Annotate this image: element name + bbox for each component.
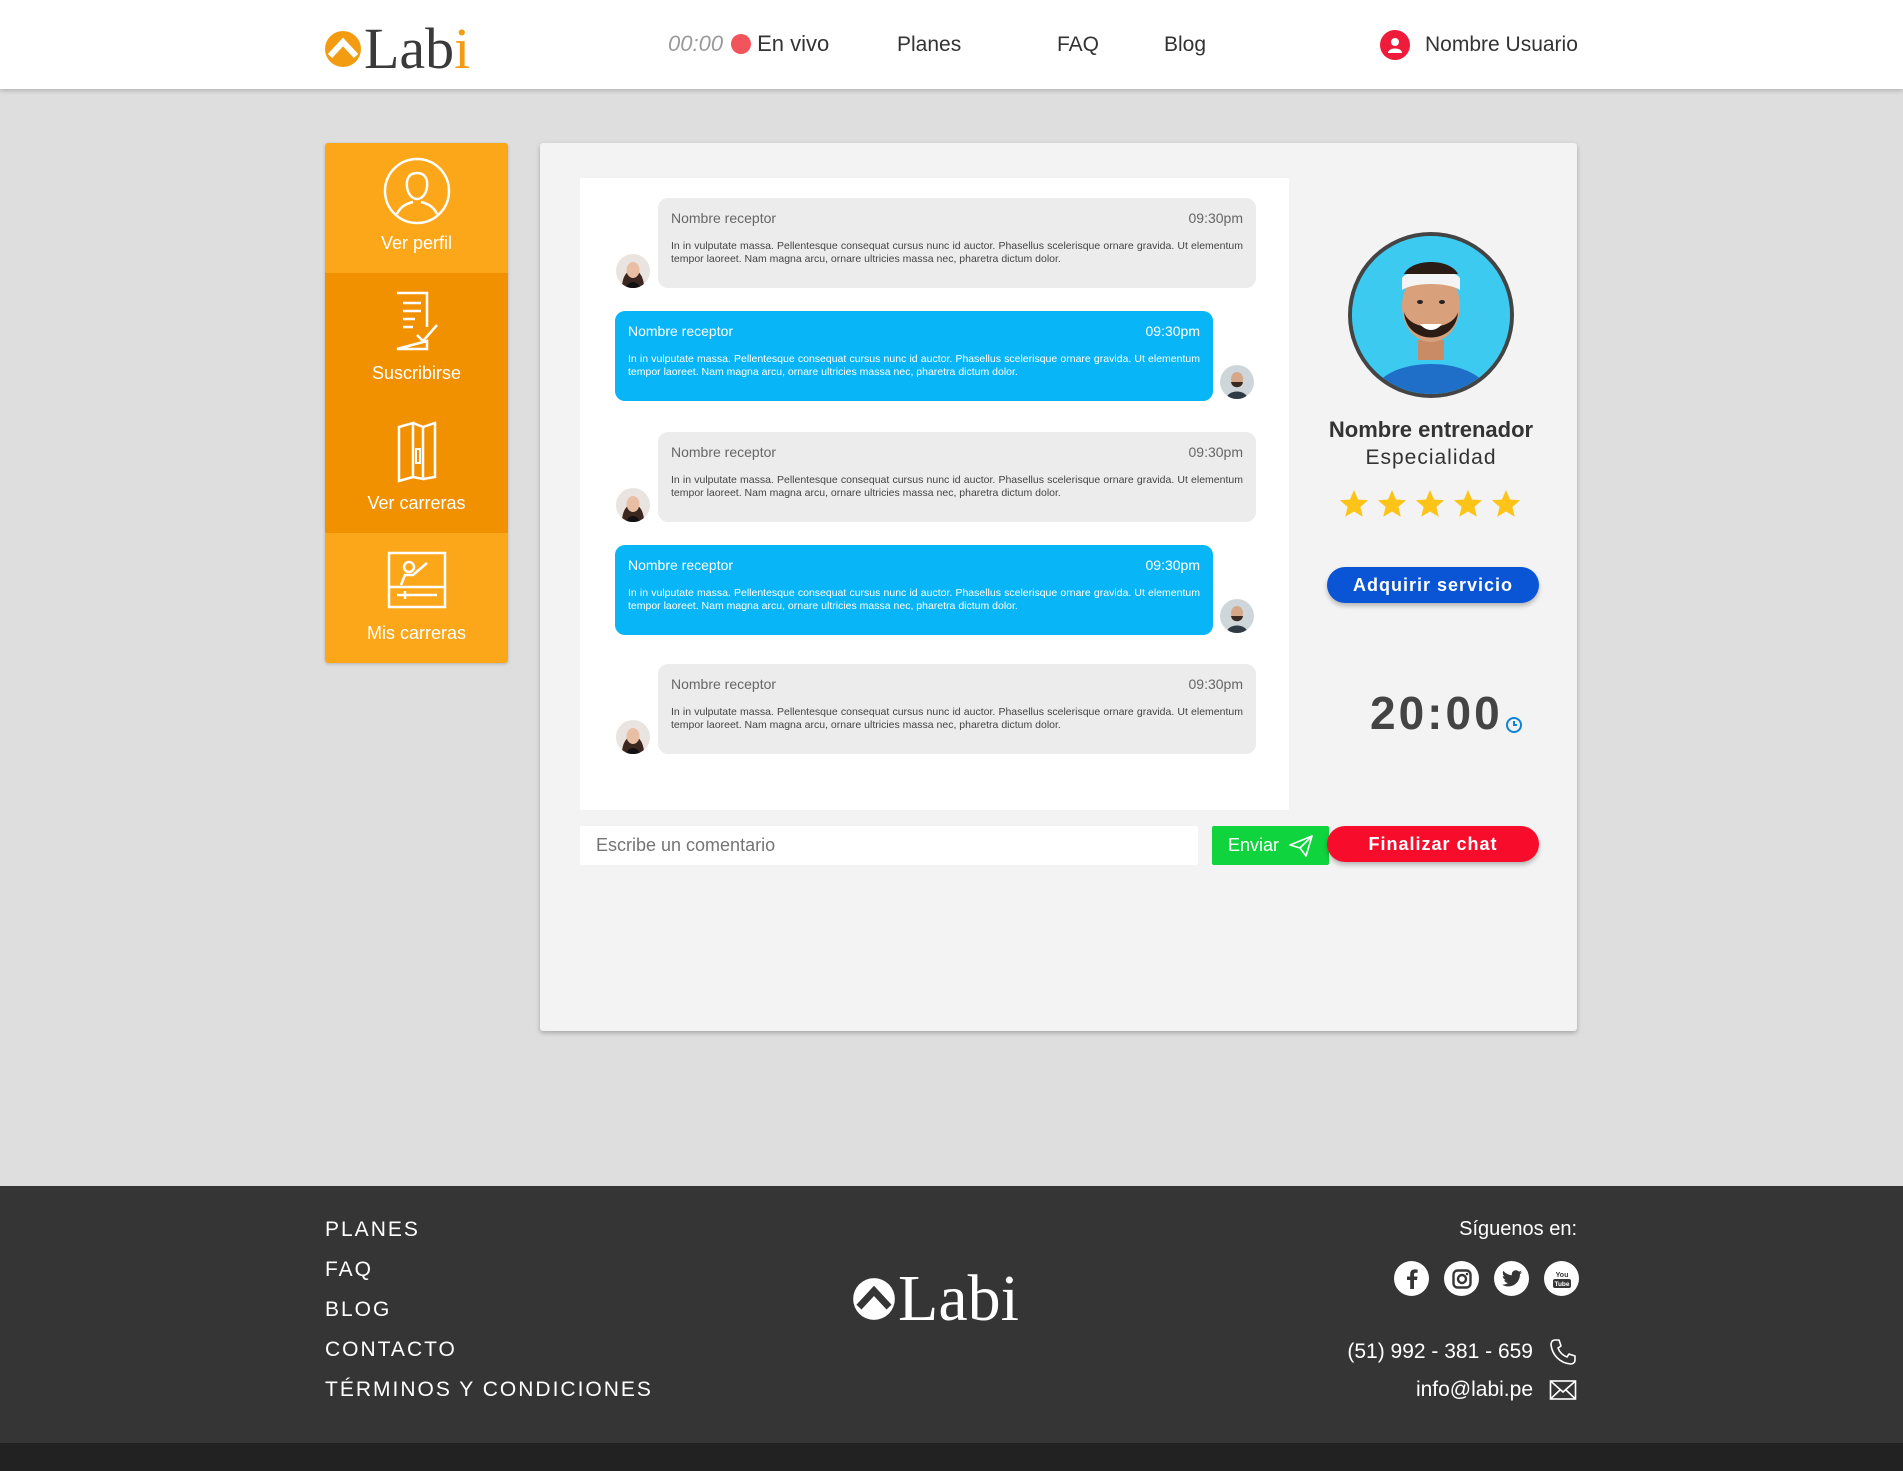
top-header: Labi 00:00 En vivo Planes FAQ Blog Nombr… <box>0 0 1903 89</box>
document-check-icon <box>396 291 438 351</box>
message-text: In in vulputate massa. Pellentesque cons… <box>671 706 1243 731</box>
chat-message-incoming: Nombre receptor 09:30pm In in vulputate … <box>658 432 1256 522</box>
message-time: 09:30pm <box>1188 210 1243 226</box>
message-text: In in vulputate massa. Pellentesque cons… <box>628 587 1200 612</box>
message-time: 09:30pm <box>1188 676 1243 692</box>
paper-plane-icon <box>1289 834 1313 857</box>
svg-text:Tube: Tube <box>1554 1281 1569 1288</box>
footer-link-terminos[interactable]: TÉRMINOS Y CONDICIONES <box>325 1378 653 1402</box>
end-chat-button[interactable]: Finalizar chat <box>1327 826 1539 862</box>
footer: PLANES FAQ BLOG CONTACTO TÉRMINOS Y COND… <box>0 1186 1903 1443</box>
sidebar: Ver perfil Suscribirse Ver carreras Mis … <box>325 143 508 663</box>
footer-logo[interactable]: Labi <box>852 1266 1019 1332</box>
email-address: info@labi.pe <box>1415 1378 1533 1401</box>
sidebar-item-ver-perfil[interactable]: Ver perfil <box>325 143 508 273</box>
chat-message-outgoing: Nombre receptor 09:30pm In in vulputate … <box>615 545 1213 635</box>
chat-timer: 20:00 <box>1370 686 1523 740</box>
phone-icon <box>1550 1339 1576 1365</box>
message-time: 09:30pm <box>1145 323 1200 339</box>
sidebar-item-label: Ver carreras <box>367 493 466 513</box>
footer-link-planes[interactable]: PLANES <box>325 1218 420 1242</box>
social-links: You Tube <box>1394 1261 1579 1296</box>
live-time: 00:00 <box>668 31 724 56</box>
send-button-label: Enviar <box>1227 835 1280 855</box>
star-icon <box>1491 490 1521 517</box>
chat-messages-area[interactable]: Nombre receptor 09:30pm In in vulputate … <box>580 178 1289 810</box>
message-text: In in vulputate massa. Pellentesque cons… <box>628 353 1200 378</box>
live-dot-icon <box>731 34 752 54</box>
user-circle-icon <box>383 157 450 225</box>
brochure-icon <box>397 421 436 483</box>
message-time: 09:30pm <box>1145 557 1200 573</box>
user-avatar-icon <box>1380 30 1410 60</box>
phone-number: (51) 992 - 381 - 659 <box>1347 1340 1533 1363</box>
message-sender: Nombre receptor <box>671 676 777 692</box>
star-icon <box>1339 490 1369 517</box>
instagram-icon[interactable] <box>1444 1261 1479 1296</box>
star-icon <box>1415 490 1445 517</box>
comment-input[interactable] <box>580 826 1198 865</box>
footer-bottom-bar <box>0 1443 1903 1471</box>
trainer-specialty: Especialidad <box>1365 446 1497 469</box>
nav-faq[interactable]: FAQ <box>1057 33 1099 57</box>
mail-icon <box>1549 1380 1577 1400</box>
nav-blog[interactable]: Blog <box>1164 33 1206 57</box>
chat-message-incoming: Nombre receptor 09:30pm In in vulputate … <box>658 198 1256 288</box>
acquire-service-button[interactable]: Adquirir servicio <box>1327 567 1539 603</box>
twitter-icon[interactable] <box>1494 1261 1529 1296</box>
nav-planes[interactable]: Planes <box>897 33 961 57</box>
user-name: Nombre Usuario <box>1425 33 1578 56</box>
chat-card: Nombre receptor 09:30pm In in vulputate … <box>540 143 1577 1031</box>
svg-text:You: You <box>1555 1272 1568 1279</box>
sidebar-item-label: Mis carreras <box>366 623 466 643</box>
chat-message-outgoing: Nombre receptor 09:30pm In in vulputate … <box>615 311 1213 401</box>
sidebar-item-suscribirse[interactable]: Suscribirse <box>325 273 508 403</box>
chat-message-incoming: Nombre receptor 09:30pm In in vulputate … <box>658 664 1256 754</box>
message-sender: Nombre receptor <box>671 210 777 226</box>
footer-email[interactable]: info@labi.pe <box>1416 1378 1577 1402</box>
sidebar-item-label: Ver perfil <box>380 233 453 253</box>
sender-avatar <box>1220 365 1254 399</box>
sidebar-item-mis-carreras[interactable]: Mis carreras <box>325 533 508 663</box>
message-sender: Nombre receptor <box>628 323 734 339</box>
follow-label: Síguenos en: <box>1459 1218 1577 1240</box>
live-indicator[interactable]: 00:00 En vivo <box>668 31 829 57</box>
labi-logo-icon <box>325 31 361 67</box>
star-icon <box>1377 490 1407 517</box>
footer-phone[interactable]: (51) 992 - 381 - 659 <box>1347 1338 1577 1366</box>
message-time: 09:30pm <box>1188 444 1243 460</box>
sidebar-item-label: Suscribirse <box>371 363 462 383</box>
user-menu[interactable]: Nombre Usuario <box>1380 30 1578 60</box>
footer-link-blog[interactable]: BLOG <box>325 1298 391 1322</box>
receiver-avatar <box>616 720 650 754</box>
trainer-photo <box>1348 232 1514 398</box>
clock-icon <box>1505 717 1522 733</box>
message-text: In in vulputate massa. Pellentesque cons… <box>671 474 1243 499</box>
message-sender: Nombre receptor <box>628 557 734 573</box>
send-button[interactable]: Enviar <box>1212 826 1329 865</box>
footer-link-contacto[interactable]: CONTACTO <box>325 1338 457 1362</box>
labi-logo-icon <box>853 1278 895 1320</box>
trainer-name: Nombre entrenador <box>1328 417 1534 442</box>
timer-value: 20:00 <box>1370 687 1503 739</box>
youtube-icon[interactable]: You Tube <box>1544 1261 1579 1296</box>
footer-link-faq[interactable]: FAQ <box>325 1258 373 1282</box>
live-label: En vivo <box>757 31 830 56</box>
star-icon <box>1453 490 1483 517</box>
trainer-rating <box>1338 488 1522 520</box>
message-text: In in vulputate massa. Pellentesque cons… <box>671 240 1243 265</box>
message-sender: Nombre receptor <box>671 444 777 460</box>
facebook-icon[interactable] <box>1394 1261 1429 1296</box>
labi-logo[interactable]: Labi <box>324 20 470 78</box>
presentation-board-icon <box>387 551 446 609</box>
sender-avatar <box>1220 599 1254 633</box>
receiver-avatar <box>616 488 650 522</box>
receiver-avatar <box>616 254 650 288</box>
sidebar-item-ver-carreras[interactable]: Ver carreras <box>325 403 508 533</box>
footer-logo-text: Labi <box>898 1262 1019 1335</box>
logo-text: Labi <box>364 16 471 81</box>
